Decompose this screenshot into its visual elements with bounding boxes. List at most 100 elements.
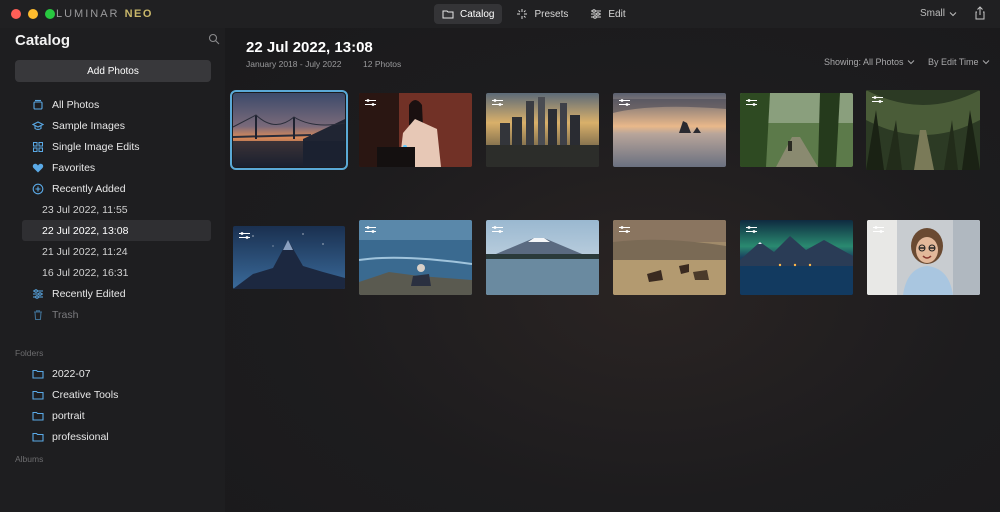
chevron-down-icon — [907, 60, 914, 65]
sidebar-item-label: Recently Added — [52, 182, 126, 195]
folder-icon — [442, 10, 454, 19]
add-photos-button[interactable]: Add Photos — [15, 60, 211, 82]
tab-catalog[interactable]: Catalog — [434, 4, 503, 24]
photo-thumbnail[interactable] — [740, 93, 853, 167]
folder-icon — [32, 390, 44, 400]
sort-dropdown[interactable]: By Edit Time — [928, 57, 990, 67]
tab-presets-label: Presets — [534, 8, 569, 20]
edited-badge-icon — [619, 99, 630, 106]
edited-badge-icon — [492, 99, 503, 106]
tab-catalog-label: Catalog — [460, 8, 495, 20]
photo-thumbnail[interactable] — [613, 220, 726, 295]
sidebar-item-date-selected[interactable]: 22 Jul 2022, 13:08 — [22, 220, 211, 241]
edited-badge-icon — [873, 226, 884, 233]
date-range: January 2018 - July 2022 — [246, 59, 342, 69]
edited-badge-icon — [492, 226, 503, 233]
sort-value: By Edit Time — [928, 57, 979, 67]
sliders-icon — [33, 288, 43, 299]
chevron-down-icon — [982, 60, 989, 65]
date-label: 21 Jul 2022, 11:24 — [42, 245, 128, 258]
zoom-window-button[interactable] — [45, 9, 55, 19]
sidebar-item-sample-images[interactable]: Sample Images — [22, 115, 211, 136]
folders-list: 2022-07 Creative Tools portrait professi… — [22, 363, 211, 447]
sidebar-item-date[interactable]: 16 Jul 2022, 16:31 — [22, 262, 211, 283]
thumbnail-size-dropdown[interactable]: Small — [920, 8, 957, 19]
trash-icon — [34, 309, 42, 320]
photo-thumbnail[interactable] — [359, 93, 472, 167]
photo-thumbnail[interactable] — [233, 226, 345, 289]
sidebar-item-all-photos[interactable]: All Photos — [22, 94, 211, 115]
stack-icon — [33, 99, 43, 110]
share-icon[interactable] — [973, 6, 987, 20]
photo-thumbnail[interactable] — [486, 220, 599, 295]
photo-thumbnail[interactable] — [230, 90, 348, 170]
folder-icon — [32, 369, 44, 379]
sidebar-item-label: Sample Images — [52, 119, 125, 132]
photo-thumbnail[interactable] — [359, 220, 472, 295]
photo-browser: 22 Jul 2022, 13:08 January 2018 - July 2… — [225, 28, 1000, 512]
edited-badge-icon — [619, 226, 630, 233]
mode-switcher: Catalog Presets Edit — [434, 4, 634, 24]
thumbnail-size-value: Small — [920, 8, 946, 19]
albums-section-label: Albums — [15, 454, 44, 464]
folder-label: portrait — [52, 409, 85, 422]
photo-thumbnail[interactable] — [867, 220, 980, 295]
edited-badge-icon — [872, 96, 883, 103]
sliders-icon — [591, 9, 602, 19]
filter-dropdown[interactable]: Showing: All Photos — [824, 57, 915, 67]
sidebar-item-trash[interactable]: Trash — [22, 304, 211, 325]
window-controls — [11, 9, 55, 19]
sidebar-item-label: Trash — [52, 308, 79, 321]
photo-thumbnail[interactable] — [866, 90, 980, 170]
filter-value: Showing: All Photos — [824, 57, 904, 67]
edited-badge-icon — [239, 232, 250, 239]
edited-badge-icon — [746, 99, 757, 106]
folder-icon — [32, 411, 44, 421]
search-icon[interactable] — [208, 33, 220, 45]
brand-suffix: NEO — [124, 8, 153, 20]
sidebar-item-label: Favorites — [52, 161, 96, 174]
folder-label: 2022-07 — [52, 367, 91, 380]
date-label: 22 Jul 2022, 13:08 — [42, 224, 129, 237]
date-label: 16 Jul 2022, 16:31 — [42, 266, 129, 279]
sidebar-item-label: Single Image Edits — [52, 140, 140, 153]
folders-section-label: Folders — [15, 348, 44, 358]
edited-badge-icon — [746, 226, 757, 233]
edited-badge-icon — [365, 226, 376, 233]
photo-dark-hedges-trees — [866, 90, 980, 170]
brand-prefix: LUMINAR — [56, 8, 120, 20]
sidebar: Catalog Add Photos All Photos Sample Ima… — [0, 28, 225, 512]
edited-badge-icon — [365, 99, 376, 106]
sidebar-item-recently-edited[interactable]: Recently Edited — [22, 283, 211, 304]
catalog-nav: All Photos Sample Images Single Image Ed… — [22, 94, 211, 325]
photo-count: 12 Photos — [363, 59, 402, 69]
title-bar: LUMINAR NEO Catalog Presets Edit Small — [0, 0, 1000, 28]
sidebar-title: Catalog — [15, 32, 71, 49]
folder-item[interactable]: portrait — [22, 405, 211, 426]
page-title: 22 Jul 2022, 13:08 — [246, 39, 373, 56]
folder-item[interactable]: Creative Tools — [22, 384, 211, 405]
folder-label: Creative Tools — [52, 388, 119, 401]
plus-circle-icon — [32, 183, 44, 194]
tab-presets[interactable]: Presets — [508, 4, 576, 24]
sidebar-item-recently-added[interactable]: Recently Added — [22, 178, 211, 199]
sidebar-item-date[interactable]: 23 Jul 2022, 11:55 — [22, 199, 211, 220]
minimize-window-button[interactable] — [28, 9, 38, 19]
cap-icon — [32, 120, 44, 130]
tab-edit[interactable]: Edit — [582, 4, 633, 24]
photo-thumbnail[interactable] — [486, 93, 599, 167]
grid-icon — [33, 141, 43, 152]
sidebar-item-date[interactable]: 21 Jul 2022, 11:24 — [22, 241, 211, 262]
close-window-button[interactable] — [11, 9, 21, 19]
photo-thumbnail[interactable] — [613, 93, 726, 167]
chevron-down-icon — [949, 11, 957, 16]
photo-thumbnail[interactable] — [740, 220, 853, 295]
sidebar-item-label: Recently Edited — [52, 287, 126, 300]
folder-item[interactable]: 2022-07 — [22, 363, 211, 384]
photo-golden-gate-bridge-dusk — [233, 93, 345, 167]
folder-item[interactable]: professional — [22, 426, 211, 447]
folder-icon — [32, 432, 44, 442]
sidebar-item-single-image-edits[interactable]: Single Image Edits — [22, 136, 211, 157]
heart-icon — [32, 163, 44, 172]
sidebar-item-favorites[interactable]: Favorites — [22, 157, 211, 178]
